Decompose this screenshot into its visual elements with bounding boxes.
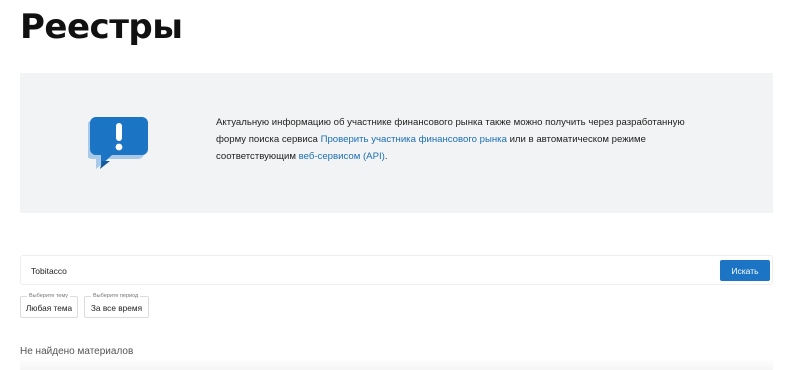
search-button[interactable]: Искать [720, 260, 770, 281]
topic-filter-select[interactable]: Выберите тему Любая тема [20, 292, 78, 318]
period-filter-value: За все время [90, 303, 143, 313]
no-results-message: Не найдено материалов [20, 346, 134, 357]
page-title: Реестры [20, 7, 183, 47]
info-text: Актуальную информацию об участнике финан… [216, 114, 716, 165]
topic-filter-caption: Выберите тему [27, 292, 71, 300]
info-speech-bubble-icon [88, 117, 148, 169]
period-filter-caption: Выберите период [91, 292, 141, 300]
info-text-part3: . [384, 151, 388, 162]
search-bar: Искать [20, 255, 773, 285]
results-area-divider [20, 358, 773, 370]
check-participant-link[interactable]: Проверить участника финансового рынка [321, 134, 507, 145]
web-service-api-link[interactable]: веб-сервисом (API) [299, 151, 385, 162]
topic-filter-value: Любая тема [25, 303, 73, 313]
info-panel: Актуальную информацию об участнике финан… [20, 73, 773, 213]
period-filter-select[interactable]: Выберите период За все время [84, 292, 149, 318]
search-input[interactable] [31, 261, 711, 281]
